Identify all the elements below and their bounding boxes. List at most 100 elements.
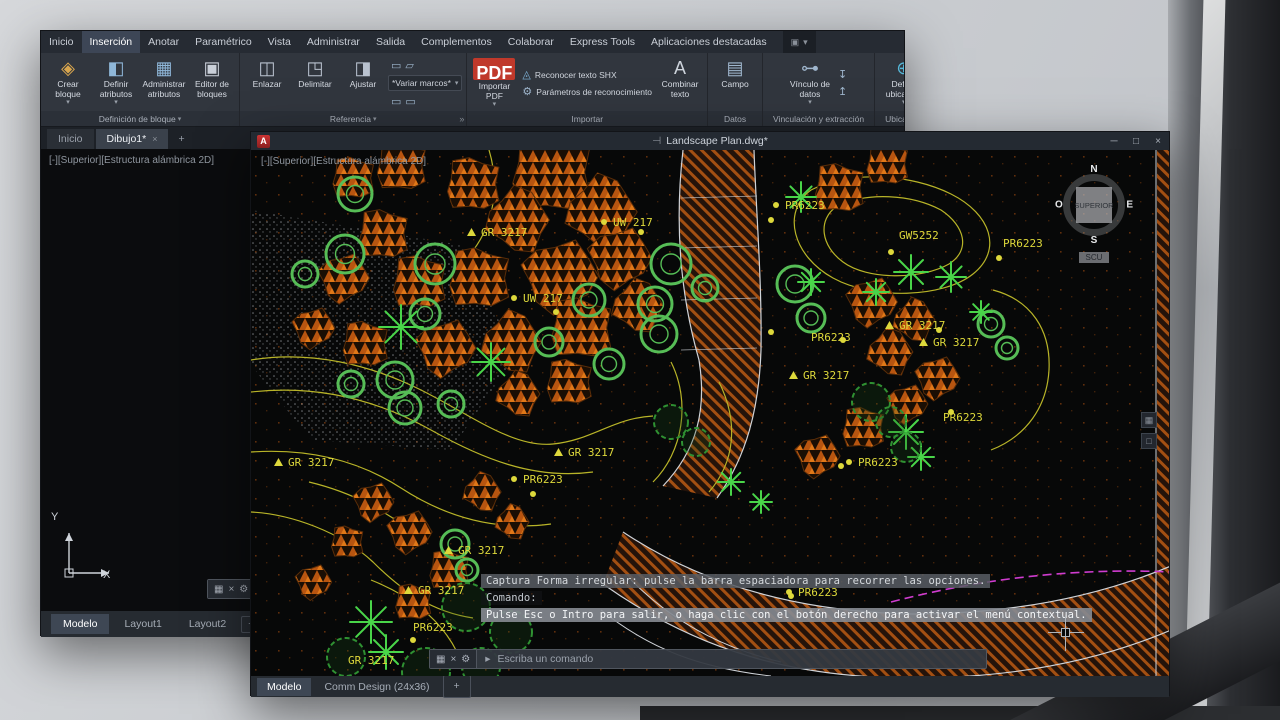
compass-west[interactable]: O — [1055, 200, 1063, 211]
wrench-icon[interactable]: ⚙ — [239, 584, 248, 595]
drawing-window-titlebar[interactable]: A ⊣ Landscape Plan.dwg* ─ □ × — [251, 132, 1169, 150]
layout-tab-layout2[interactable]: Layout2 — [177, 614, 238, 634]
main-command-bar-controls: ▦ × ⚙ — [208, 580, 256, 598]
close-command-icon[interactable]: × — [228, 584, 234, 595]
pin-tab-icon[interactable]: ⊣ — [652, 135, 661, 147]
layout-tab-modelo[interactable]: Modelo — [51, 614, 110, 634]
restore-button[interactable]: □ — [1125, 132, 1147, 150]
set-location-icon: ⊕ — [896, 58, 904, 80]
close-tab-icon[interactable]: × — [152, 134, 157, 144]
svg-text:PR6223: PR6223 — [523, 473, 563, 486]
drawing-layout-tab-bar: Modelo Comm Design (24x36) + — [251, 675, 1169, 698]
ucs-x-label: X — [103, 569, 111, 581]
ribbon-tab-express-tools[interactable]: Express Tools — [562, 31, 643, 53]
recognition-settings-icon: ⚙ — [522, 86, 533, 98]
button-ajustar[interactable]: ◨ Ajustar — [340, 55, 386, 111]
button-definir-ubicacion[interactable]: ⊕Definir ubicación▾ — [881, 55, 904, 111]
button-combinar-texto[interactable]: A Combinar texto — [657, 55, 703, 111]
button-delimitar[interactable]: ◳ Delimitar — [292, 55, 338, 111]
button-editor-de-bloques[interactable]: ▣ Editor de bloques — [189, 55, 235, 111]
desktop-background: { "icons": { "minimize": "─", "restore":… — [0, 0, 1280, 720]
drawing-canvas-area[interactable]: GR 3217 UW 217 UW 217 PR6223 GW5252 PR6223 GR … — [251, 150, 1169, 676]
ribbon-tab-colaborar[interactable]: Colaborar — [500, 31, 562, 53]
ribbon-tab-insercion[interactable]: Inserción — [81, 31, 141, 53]
panel-label-ubicacion[interactable]: Ubicación — [875, 111, 904, 126]
ribbon-tab-administrar[interactable]: Administrar — [299, 31, 368, 53]
panel-label-importar[interactable]: Importar — [467, 111, 708, 126]
ucs-selector[interactable]: SCU — [1078, 252, 1110, 263]
compass-east[interactable]: E — [1126, 200, 1133, 211]
panel-label-vinculacion-y-extraccion[interactable]: Vinculación y extracción — [763, 111, 875, 126]
command-bar[interactable]: ▦ × ⚙ ▸ Escriba un comando — [429, 649, 987, 669]
svg-text:PR6223: PR6223 — [413, 621, 453, 634]
pan-tool-icon[interactable]: ▦ — [1141, 412, 1157, 428]
customize-grid-icon[interactable]: ▦ — [436, 654, 445, 665]
close-button[interactable]: × — [1147, 132, 1169, 150]
ribbon-group-body: ◈ Crear bloque ▾ ◧ Definir atributos ▾ ▦ Admini… — [41, 53, 239, 111]
ribbon-group-definicion-de-bloque: ◈ Crear bloque ▾ ◧ Definir atributos ▾ ▦ Admini… — [41, 53, 240, 126]
block-editor-icon: ▣ — [203, 58, 221, 78]
ribbon-tab-inicio[interactable]: Inicio — [41, 31, 82, 53]
compass-north[interactable]: N — [1090, 164, 1097, 175]
vary-frames-dropdown[interactable]: *Variar marcos* ▾ — [388, 75, 463, 91]
button-vinculo-de-datos[interactable]: ⊶ Vínculo de datos ▾ — [787, 55, 833, 111]
ribbon-groups: ◈ Crear bloque ▾ ◧ Definir atributos ▾ ▦ Admini… — [41, 53, 904, 127]
document-tab-inicio[interactable]: Inicio — [47, 129, 94, 149]
document-tab-dibujo1[interactable]: Dibujo1* × — [95, 129, 169, 149]
adjust-icon: ◨ — [354, 58, 372, 78]
ribbon-group-referencia: ◫ Enlazar ◳ Delimitar ◨ Ajustar ▭ ▱ *Variar marc… — [240, 53, 468, 126]
snap-underlay-buttons[interactable]: ▭ ▭ — [388, 94, 462, 108]
button-campo[interactable]: ▤ Campo — [712, 55, 758, 111]
frame-icon: ▭ — [391, 59, 402, 72]
viewcube-compass-ring[interactable]: N E S O SUPERIOR — [1055, 164, 1133, 246]
frames-buttons[interactable]: ▭ ▱ — [388, 58, 462, 72]
viewport-controls-label[interactable]: [-][Superior][Estructura alámbrica 2D] — [261, 156, 426, 167]
drawing-layout-tab-new-layout-button[interactable]: + — [442, 675, 471, 698]
new-tab-button[interactable]: + — [170, 129, 192, 149]
command-history-line: Comando: — [481, 591, 542, 605]
svg-text:GR 3217: GR 3217 — [803, 369, 849, 382]
ribbon-tab-complementos[interactable]: Complementos — [413, 31, 500, 53]
drawing-layout-tab-comm-design-24x36[interactable]: Comm Design (24x36) — [314, 678, 439, 696]
customize-grid-icon[interactable]: ▦ — [214, 584, 223, 595]
layout-tab-layout1[interactable]: Layout1 — [112, 614, 173, 634]
close-command-icon[interactable]: × — [450, 654, 456, 665]
panel-label-definicion-de-bloque[interactable]: Definición de bloque ▾ — [41, 111, 239, 126]
command-placeholder: Escriba un comando — [497, 653, 594, 665]
button-importar-pdf[interactable]: PDF Importar PDF ▾ — [471, 55, 517, 111]
viewport-controls-label[interactable]: [-][Superior][Estructura alámbrica 2D] — [49, 155, 214, 166]
orbit-tool-icon[interactable]: □ — [1141, 433, 1157, 449]
wrench-icon[interactable]: ⚙ — [461, 654, 470, 665]
ribbon-tab-parametrico[interactable]: Paramétrico — [187, 31, 260, 53]
clip-icon: ◳ — [306, 58, 324, 78]
button-definir-atributos[interactable]: ◧ Definir atributos ▾ — [93, 55, 139, 111]
minimize-button[interactable]: ─ — [1103, 132, 1125, 150]
button-administrar-atributos[interactable]: ▦ Administrar atributos — [141, 55, 187, 111]
recognize-shx-row[interactable]: ◬ Reconocer texto SHX — [519, 68, 655, 82]
combine-text-icon: A — [674, 58, 687, 78]
shx-text-icon: ◬ — [522, 69, 531, 81]
panel-label-referencia[interactable]: Referencia ▾» — [240, 111, 467, 126]
button-crear-bloque[interactable]: ◈ Crear bloque ▾ — [45, 55, 91, 111]
ribbon-tab-anotar[interactable]: Anotar — [140, 31, 187, 53]
command-input[interactable]: ▸ Escriba un comando — [477, 653, 986, 665]
recognition-settings-row[interactable]: ⚙ Parámetros de reconocimiento — [519, 85, 655, 99]
dropdown-icon: ▾ — [808, 99, 812, 106]
compass-south[interactable]: S — [1091, 235, 1098, 246]
svg-text:UW 217: UW 217 — [523, 292, 563, 305]
button-enlazar[interactable]: ◫ Enlazar — [244, 55, 290, 111]
viewcube-top-face[interactable]: SUPERIOR — [1074, 187, 1114, 223]
drawing-layout-tab-modelo[interactable]: Modelo — [257, 677, 312, 696]
viewcube[interactable]: N E S O SUPERIOR SCU — [1051, 164, 1137, 265]
extract-data-icon: ↧ — [837, 69, 848, 81]
upload-state-button[interactable]: ↥ — [835, 85, 850, 99]
ribbon-tab-aplicaciones-destacadas[interactable]: Aplicaciones destacadas — [643, 31, 775, 53]
create-block-icon: ◈ — [61, 58, 75, 78]
panel-overflow-icon[interactable]: » — [459, 114, 464, 124]
ribbon-tab-salida[interactable]: Salida — [368, 31, 413, 53]
menu-overflow-button[interactable]: ▣ ▾ — [782, 31, 816, 53]
svg-text:UW 217: UW 217 — [613, 216, 653, 229]
extract-data-button[interactable]: ↧ — [835, 68, 850, 82]
ribbon-tab-vista[interactable]: Vista — [260, 31, 299, 53]
panel-label-datos[interactable]: Datos — [708, 111, 763, 126]
